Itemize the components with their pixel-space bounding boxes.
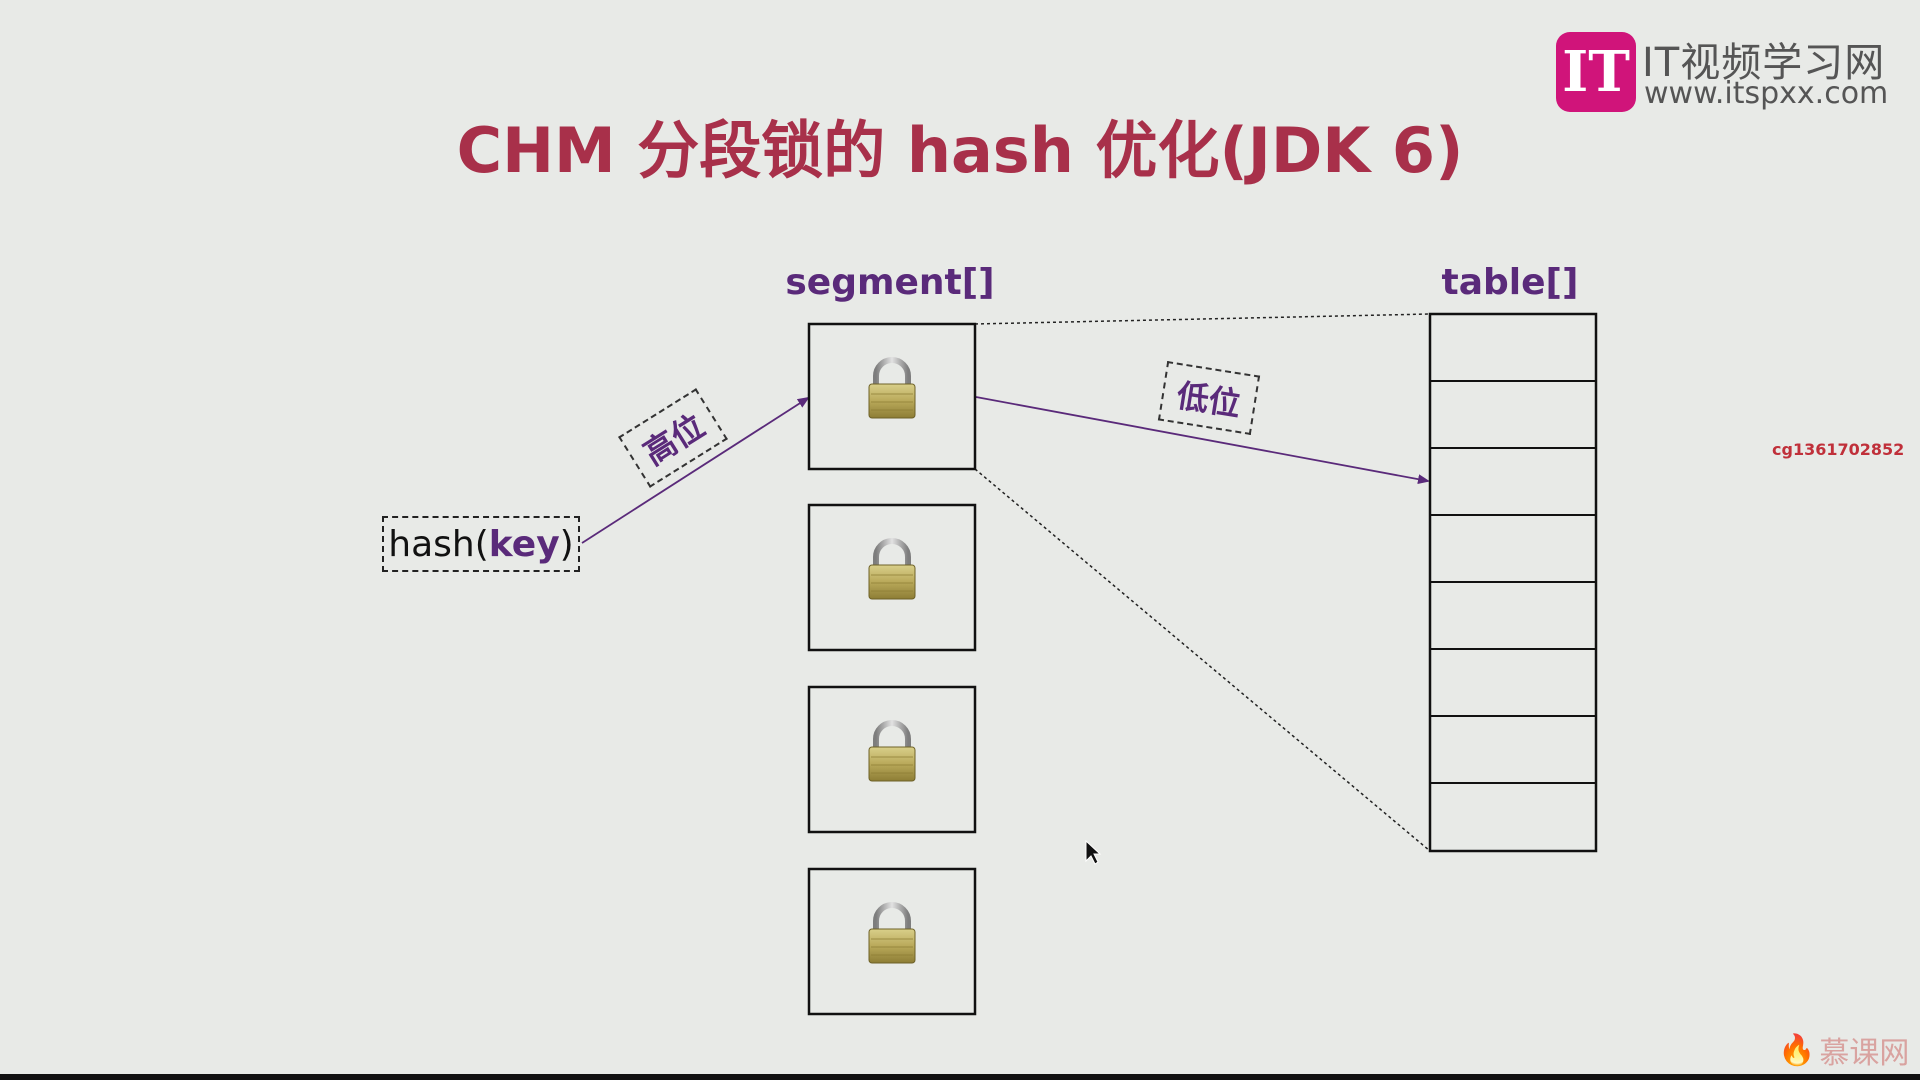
padlock-icon [868,357,916,419]
table-array [1428,312,1598,853]
hash-prefix: hash( [388,523,489,565]
hash-suffix: ) [559,523,574,565]
padlock-icon [868,538,916,600]
segment-array-label: segment[] [785,262,995,303]
segment-cell [807,867,977,1016]
segment-cell [807,503,977,652]
padlock-icon [868,902,916,964]
watermark-text: cg1361702852 [1772,440,1905,459]
mouse-cursor-icon [1085,839,1102,865]
expand-line-top [974,313,1431,325]
bottom-bar [0,1074,1920,1080]
mooc-logo-text: 慕课网 [1819,1036,1910,1071]
itspxx-logo-mark: IT [1556,32,1636,112]
segment-cell [807,685,977,834]
slide-title: CHM 分段锁的 hash 优化(JDK 6) [456,114,1464,187]
segment-cell [807,322,977,471]
table-array-label: table[] [1441,262,1579,303]
hash-key-box: hash(key) [382,516,580,572]
flame-icon: 🔥 [1778,1032,1816,1068]
logo-url: www.itspxx.com [1644,76,1889,111]
expand-line-bottom [974,468,1431,852]
mooc-logo: 🔥 慕课网 [1778,1028,1909,1072]
hash-key: key [488,523,560,565]
padlock-icon [868,720,916,782]
